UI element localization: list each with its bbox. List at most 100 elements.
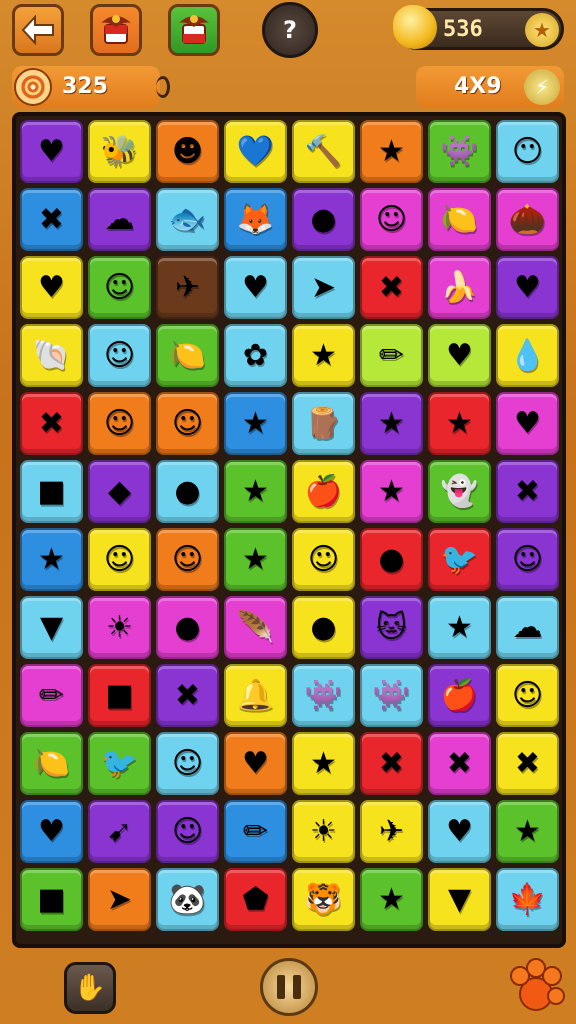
tile-pencil[interactable]: ✏ (224, 800, 287, 863)
tile-heart[interactable]: ♥ (496, 392, 559, 455)
tile-star[interactable]: ★ (224, 392, 287, 455)
tile-sun[interactable]: ☀ (292, 800, 355, 863)
tile-leaf[interactable]: 🍁 (496, 868, 559, 931)
tile-heart[interactable]: ♥ (224, 732, 287, 795)
tile-heart[interactable]: ♥ (20, 256, 83, 319)
tile-ghost[interactable]: 👻 (428, 460, 491, 523)
tile-heart[interactable]: ♥ (224, 256, 287, 319)
tile-gem[interactable]: ◆ (88, 460, 151, 523)
flag-button-1[interactable] (90, 4, 142, 56)
tile-nut[interactable]: 🌰 (496, 188, 559, 251)
tile-heart[interactable]: 💙 (224, 120, 287, 183)
tile-blob[interactable]: ☺ (88, 256, 151, 319)
tile-heart[interactable]: ♥ (496, 256, 559, 319)
tile-star[interactable]: ★ (428, 596, 491, 659)
flag-button-2[interactable] (168, 4, 220, 56)
tile-creature[interactable]: 👾 (428, 120, 491, 183)
tile-ball[interactable]: ● (292, 596, 355, 659)
tile-bird[interactable]: 🐦 (428, 528, 491, 591)
tile-ball[interactable]: ● (292, 188, 355, 251)
tile-hammer[interactable]: 🔨 (292, 120, 355, 183)
tile-banana[interactable]: 🍌 (428, 256, 491, 319)
tile-star[interactable]: ★ (20, 528, 83, 591)
tile-star[interactable]: ★ (360, 868, 423, 931)
tile-panda[interactable]: 🐼 (156, 868, 219, 931)
tile-cube[interactable]: ■ (88, 664, 151, 727)
tile-star[interactable]: ★ (292, 324, 355, 387)
tile-flower[interactable]: ✿ (224, 324, 287, 387)
tile-blob[interactable]: 😶 (496, 120, 559, 183)
tile-drop[interactable]: 💧 (496, 324, 559, 387)
tile-triangle[interactable]: ▼ (428, 868, 491, 931)
pause-button[interactable] (260, 958, 318, 1016)
tile-lemon[interactable]: 🍋 (20, 732, 83, 795)
tile-blob[interactable]: ☺ (88, 528, 151, 591)
paw-icon[interactable] (506, 958, 566, 1016)
help-button[interactable]: ? (262, 2, 318, 58)
tile-blob[interactable]: ☺ (156, 528, 219, 591)
tile-arrow[interactable]: ➹ (88, 800, 151, 863)
tile-sun[interactable]: ☀ (88, 596, 151, 659)
tile-cross[interactable]: ✖ (20, 392, 83, 455)
tile-heart[interactable]: ♥ (20, 800, 83, 863)
tile-star[interactable]: ★ (360, 460, 423, 523)
tile-blob[interactable]: ☺ (360, 188, 423, 251)
tile-cross[interactable]: ✖ (428, 732, 491, 795)
tile-cross[interactable]: ✖ (360, 256, 423, 319)
hint-button[interactable]: ✋ (64, 962, 116, 1014)
tile-blob[interactable]: ☺ (496, 664, 559, 727)
tile-face[interactable]: ☺ (496, 528, 559, 591)
tile-plane[interactable]: ✈ (156, 256, 219, 319)
tile-bird[interactable]: 🐦 (88, 732, 151, 795)
tile-bee[interactable]: 🐝 (88, 120, 151, 183)
tile-face[interactable]: ☺ (156, 800, 219, 863)
tile-tiger[interactable]: 🐯 (292, 868, 355, 931)
tile-log[interactable]: 🪵 (292, 392, 355, 455)
tile-pencil[interactable]: ✏ (20, 664, 83, 727)
tile-bell[interactable]: 🔔 (224, 664, 287, 727)
tile-star[interactable]: ★ (360, 120, 423, 183)
tile-pencil[interactable]: ✏ (360, 324, 423, 387)
tile-creature[interactable]: 👾 (292, 664, 355, 727)
tile-star[interactable]: ★ (496, 800, 559, 863)
tile-blob[interactable]: ☻ (156, 120, 219, 183)
star-button[interactable]: ★ (525, 13, 559, 47)
tile-ball[interactable]: ● (156, 596, 219, 659)
tile-star[interactable]: ★ (428, 392, 491, 455)
tile-pentagon[interactable]: ⬟ (224, 868, 287, 931)
tile-blob[interactable]: ☺ (292, 528, 355, 591)
tile-lemon[interactable]: 🍋 (428, 188, 491, 251)
tile-heart[interactable]: ♥ (428, 324, 491, 387)
tile-cloud[interactable]: ☁ (88, 188, 151, 251)
tile-apple[interactable]: 🍎 (292, 460, 355, 523)
tile-star[interactable]: ★ (360, 392, 423, 455)
tile-cloud[interactable]: ☁ (496, 596, 559, 659)
tile-blob[interactable]: ☺ (156, 732, 219, 795)
tile-cat[interactable]: 🐱 (360, 596, 423, 659)
tile-plane[interactable]: ✈ (360, 800, 423, 863)
tile-cross[interactable]: ✖ (496, 460, 559, 523)
tile-star[interactable]: ★ (292, 732, 355, 795)
tile-lemon[interactable]: 🍋 (156, 324, 219, 387)
tile-triangle[interactable]: ▼ (20, 596, 83, 659)
tile-blob[interactable]: ☺ (156, 392, 219, 455)
tile-cube[interactable]: ■ (20, 868, 83, 931)
tile-fish[interactable]: 🐟 (156, 188, 219, 251)
tile-blob[interactable]: ☺ (88, 324, 151, 387)
tile-feather[interactable]: 🪶 (224, 596, 287, 659)
tile-creature[interactable]: 👾 (360, 664, 423, 727)
tile-star[interactable]: ★ (224, 460, 287, 523)
tile-shell[interactable]: 🐚 (20, 324, 83, 387)
tile-fox[interactable]: 🦊 (224, 188, 287, 251)
tile-arrow[interactable]: ➤ (292, 256, 355, 319)
tile-arrow[interactable]: ➤ (88, 868, 151, 931)
tile-star[interactable]: ★ (224, 528, 287, 591)
tile-ball[interactable]: ● (360, 528, 423, 591)
tile-heart[interactable]: ♥ (428, 800, 491, 863)
boost-button[interactable]: ⚡ (524, 69, 560, 105)
tile-cross[interactable]: ✖ (156, 664, 219, 727)
tile-cross[interactable]: ✖ (20, 188, 83, 251)
tile-cube[interactable]: ■ (20, 460, 83, 523)
tile-blob[interactable]: ☺ (88, 392, 151, 455)
tile-cross[interactable]: ✖ (496, 732, 559, 795)
